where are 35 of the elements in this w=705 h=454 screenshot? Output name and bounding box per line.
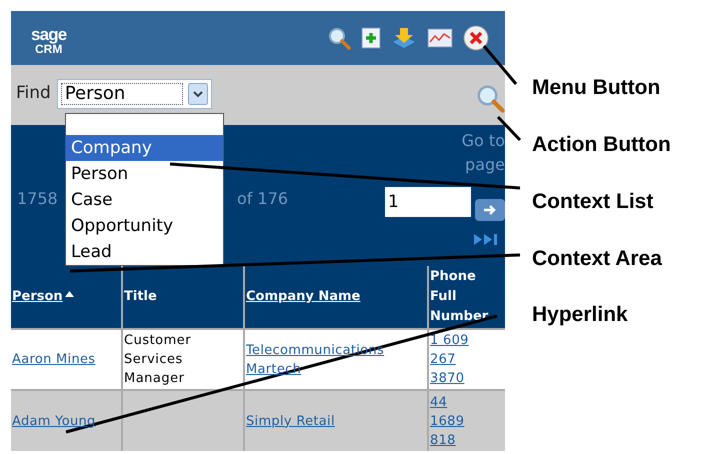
context-option[interactable]: Lead (66, 239, 223, 265)
record-range: of 176 (237, 188, 288, 210)
column-header: Title (123, 266, 243, 328)
column-header[interactable]: Company Name (245, 266, 427, 328)
logo-text: sage (31, 26, 66, 42)
context-dropdown[interactable]: Person (56, 79, 212, 109)
column-header[interactable]: Person (11, 266, 121, 328)
search-icon[interactable] (475, 83, 505, 113)
close-icon[interactable] (463, 25, 489, 51)
context-list[interactable]: Company Person Case Opportunity Lead (65, 113, 224, 266)
search-icon[interactable] (327, 26, 351, 50)
go-to-page-label: Go to page (460, 130, 505, 176)
column-header: Phone Full Number (429, 266, 505, 328)
context-option[interactable]: Company (66, 135, 223, 161)
record-count: 1758 (17, 188, 58, 210)
callout-label: Context Area (532, 246, 662, 272)
callout-label: Menu Button (532, 75, 660, 101)
context-option[interactable]: Opportunity (66, 213, 223, 239)
page-number-field[interactable]: 1 (385, 187, 471, 217)
table-link[interactable]: Simply Retail (246, 412, 335, 430)
find-label: Find (16, 82, 51, 106)
chart-icon[interactable] (427, 28, 453, 48)
callout-label: Action Button (532, 132, 671, 158)
context-option[interactable]: Person (66, 161, 223, 187)
logo-subtext: CRM (35, 42, 62, 54)
table-cell-text: Customer Services Manager (124, 332, 192, 388)
go-button[interactable] (475, 199, 505, 221)
callout-label: Hyperlink (532, 302, 628, 328)
leader-line (482, 45, 518, 85)
context-option[interactable]: Case (66, 187, 223, 213)
callout-label: Context List (532, 189, 654, 215)
chevron-down-icon[interactable] (188, 83, 208, 105)
download-icon[interactable] (391, 26, 417, 50)
add-page-icon[interactable] (361, 27, 381, 49)
arrow-right-icon (483, 204, 497, 216)
